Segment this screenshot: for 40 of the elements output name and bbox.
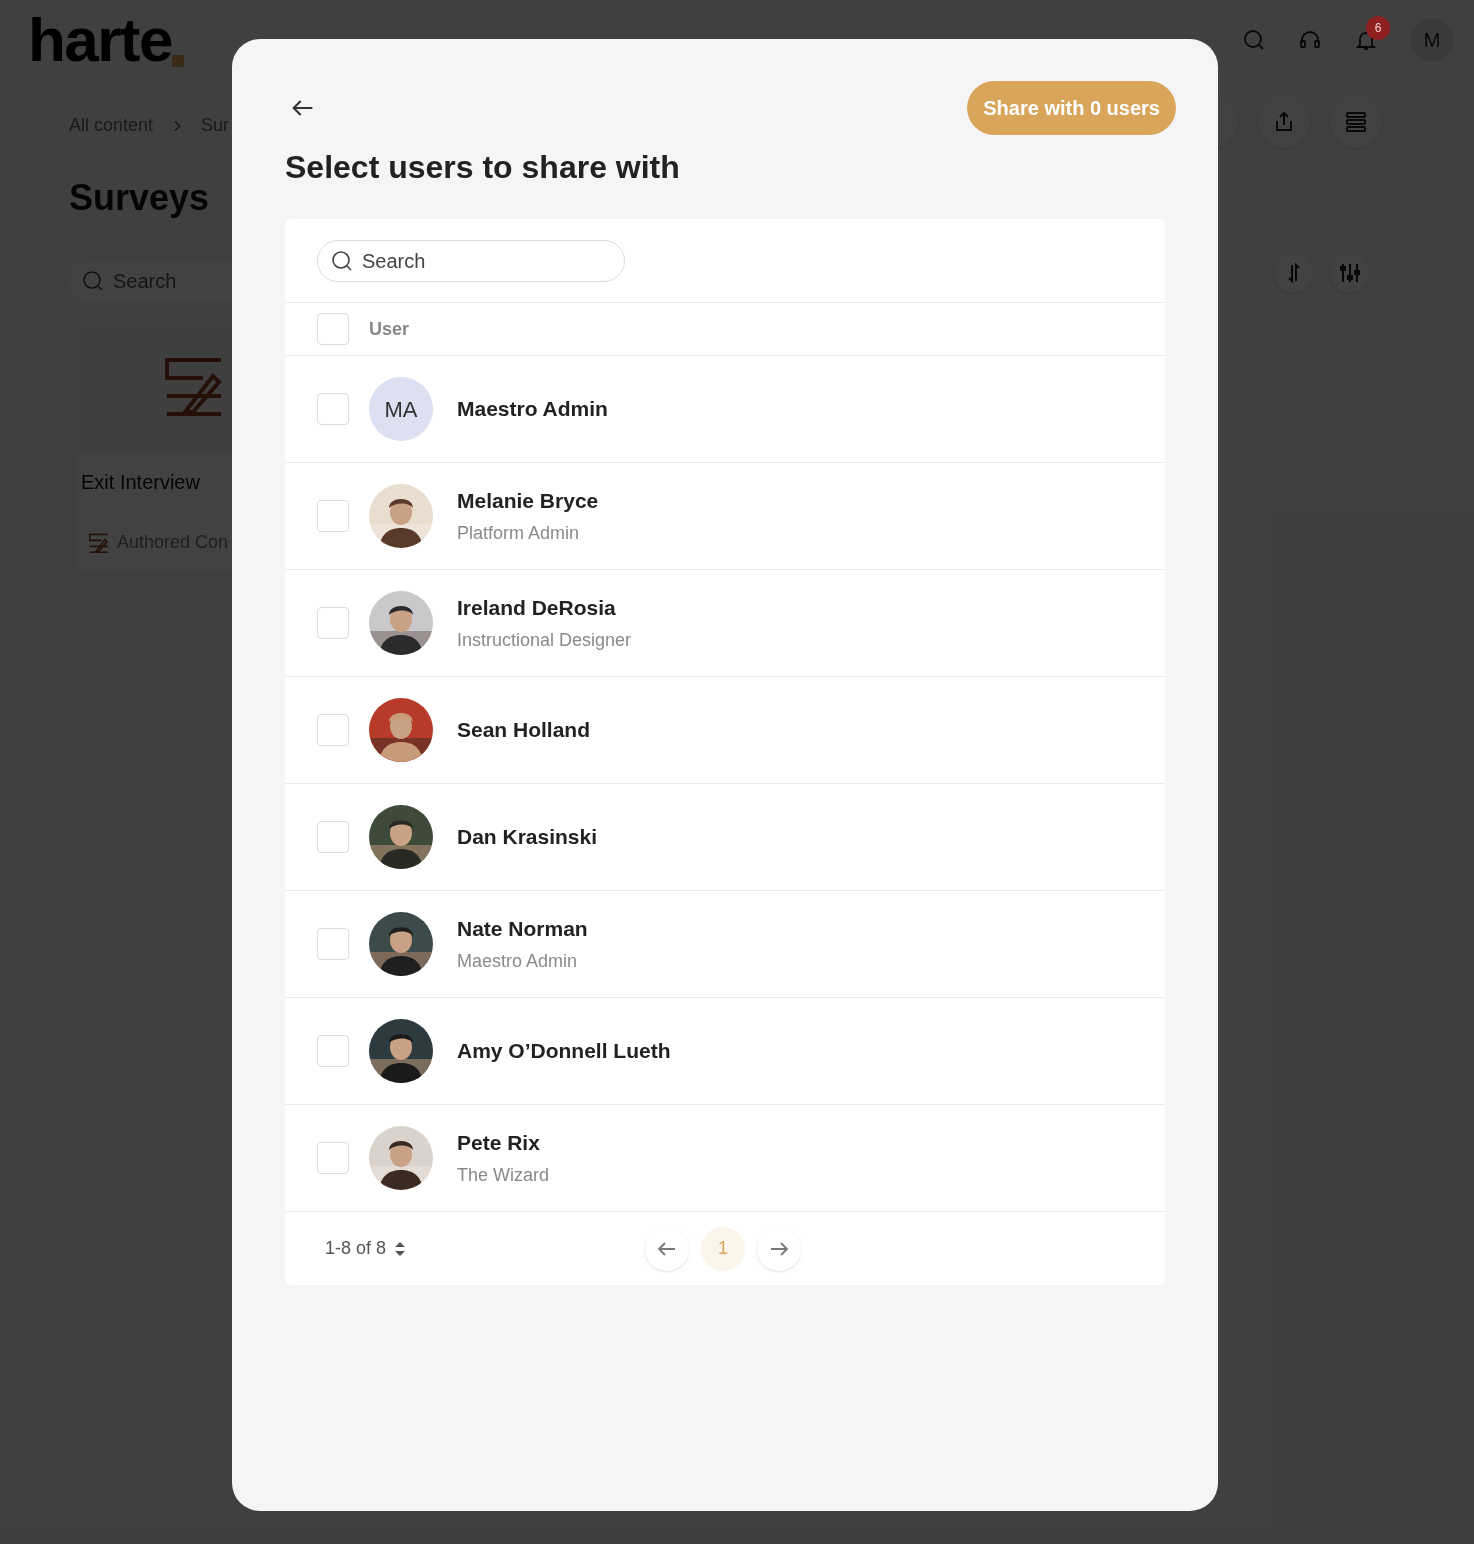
user-role: The Wizard [457, 1164, 550, 1188]
user-role: Instructional Designer [457, 629, 632, 653]
logo: harte [28, 9, 172, 71]
user-name: Ireland DeRosia [457, 594, 617, 621]
sort-caret-icon[interactable] [394, 1240, 407, 1257]
checkbox[interactable] [317, 928, 349, 960]
dialog-title: Select users to share with [285, 148, 681, 187]
user-row[interactable]: Ireland DeRosia Instructional Designer [285, 570, 1165, 677]
user-row[interactable]: Amy O’Donnell Lueth [285, 998, 1165, 1105]
user-name: Sean Holland [457, 717, 591, 744]
checkbox[interactable] [317, 714, 349, 746]
user-name: Maestro Admin [457, 396, 608, 423]
user-name: Dan Krasinski [457, 824, 598, 851]
checkbox[interactable] [317, 500, 349, 532]
column-header: User [369, 317, 410, 341]
checkbox[interactable] [317, 821, 349, 853]
checkbox[interactable] [317, 1035, 349, 1067]
page-range: 1-8 of 8 [325, 1237, 387, 1260]
initials-avatar: MA [369, 377, 433, 441]
user-name: Amy O’Donnell Lueth [457, 1038, 671, 1065]
user-role: Platform Admin [457, 522, 581, 546]
checkbox[interactable] [317, 1142, 349, 1174]
user-row[interactable]: Melanie Bryce Platform Admin [285, 463, 1165, 570]
user-row[interactable]: Pete Rix The Wizard [285, 1105, 1165, 1212]
user-role: Maestro Admin [457, 950, 579, 974]
checkbox[interactable] [317, 313, 349, 345]
search-icon [330, 248, 354, 273]
user-row[interactable]: Sean Holland [285, 677, 1165, 784]
checkbox[interactable] [317, 607, 349, 639]
user-name: Nate Norman [457, 915, 588, 942]
next-page-button[interactable] [757, 1226, 801, 1271]
user-row[interactable]: Nate Norman Maestro Admin [285, 891, 1165, 998]
user-row[interactable]: MA Maestro Admin [285, 356, 1165, 463]
user-name: Melanie Bryce [457, 487, 599, 514]
user-row[interactable]: Dan Krasinski [285, 784, 1165, 891]
card-title: Exit Interview [80, 470, 201, 495]
page-title: Surveys [69, 176, 210, 220]
previous-page-button[interactable] [645, 1226, 689, 1271]
checkbox[interactable] [317, 393, 349, 425]
user-name: Pete Rix [457, 1129, 541, 1156]
